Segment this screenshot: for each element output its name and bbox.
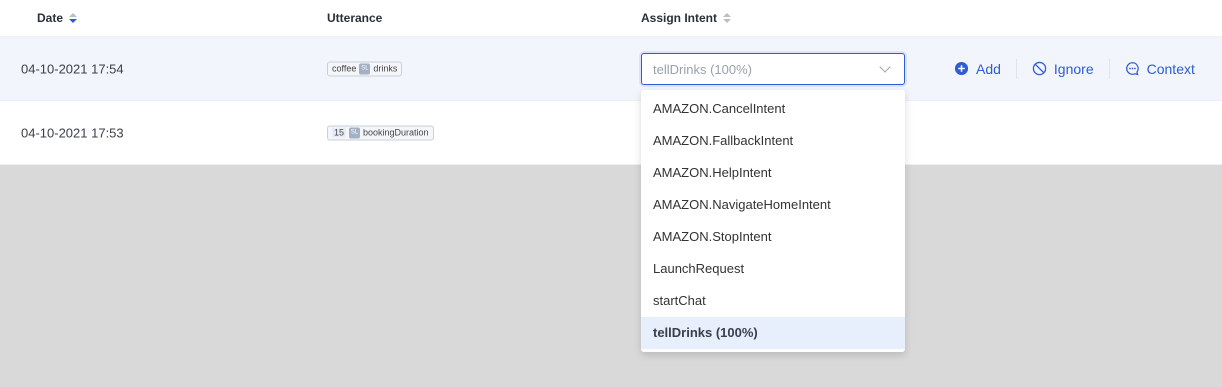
ignore-label: Ignore xyxy=(1053,60,1094,77)
slot-icon: SL xyxy=(349,127,361,138)
chat-bubble-icon xyxy=(1125,62,1139,76)
context-button[interactable]: Context xyxy=(1125,61,1195,77)
date-column-header[interactable]: Date xyxy=(37,11,78,25)
assign-intent-header-label: Assign Intent xyxy=(641,11,718,25)
dropdown-option[interactable]: AMAZON.CancelIntent xyxy=(641,93,905,125)
row-date: 04-10-2021 17:54 xyxy=(21,61,124,76)
dropdown-option-selected[interactable]: tellDrinks (100%) xyxy=(641,317,905,349)
utterance-column-header: Utterance xyxy=(327,11,382,25)
plus-circle-icon xyxy=(954,61,969,76)
row-actions: Add Ignore Context xyxy=(954,58,1195,79)
slot-icon: SL xyxy=(359,63,371,74)
intent-dropdown-menu: AMAZON.CancelIntent AMAZON.FallbackInten… xyxy=(641,90,905,352)
dropdown-option[interactable]: AMAZON.FallbackIntent xyxy=(641,125,905,157)
divider xyxy=(1108,58,1110,79)
sort-icon[interactable] xyxy=(69,13,78,23)
dropdown-option[interactable]: LaunchRequest xyxy=(641,253,905,285)
utterance-text: coffee xyxy=(332,63,357,74)
utterance-chip: coffee SL drinks xyxy=(327,61,403,76)
slot-name: drinks xyxy=(373,63,398,74)
utterance-header-label: Utterance xyxy=(327,11,383,25)
add-button[interactable]: Add xyxy=(954,61,1001,77)
unhandled-utterances-table: Date Utterance Assign Intent 04-10-2021 … xyxy=(0,0,1222,165)
row-date: 04-10-2021 17:53 xyxy=(21,125,124,140)
context-label: Context xyxy=(1146,60,1195,77)
slot-name: bookingDuration xyxy=(363,127,429,138)
divider xyxy=(1015,58,1017,79)
chevron-down-icon xyxy=(879,61,891,73)
intent-select-value: tellDrinks (100%) xyxy=(653,61,752,77)
utterance-text: 15 xyxy=(332,127,347,138)
table-header: Date Utterance Assign Intent xyxy=(0,0,1222,37)
dropdown-option[interactable]: AMAZON.NavigateHomeIntent xyxy=(641,189,905,221)
dropdown-option[interactable]: AMAZON.HelpIntent xyxy=(641,157,905,189)
dropdown-option[interactable]: AMAZON.StopIntent xyxy=(641,221,905,253)
table-row[interactable]: 04-10-2021 17:54 coffee SL drinks tellDr… xyxy=(0,37,1222,101)
block-icon xyxy=(1032,61,1047,76)
table-row[interactable]: 04-10-2021 17:53 15 SL bookingDuration xyxy=(0,101,1222,165)
utterance-chip: 15 SL bookingDuration xyxy=(327,125,434,140)
add-label: Add xyxy=(976,60,1001,77)
sort-icon[interactable] xyxy=(723,13,732,23)
intent-select[interactable]: tellDrinks (100%) xyxy=(641,53,905,85)
assign-intent-column-header[interactable]: Assign Intent xyxy=(641,11,732,25)
date-header-label: Date xyxy=(37,11,64,25)
dropdown-option[interactable]: startChat xyxy=(641,285,905,317)
ignore-button[interactable]: Ignore xyxy=(1032,61,1094,77)
